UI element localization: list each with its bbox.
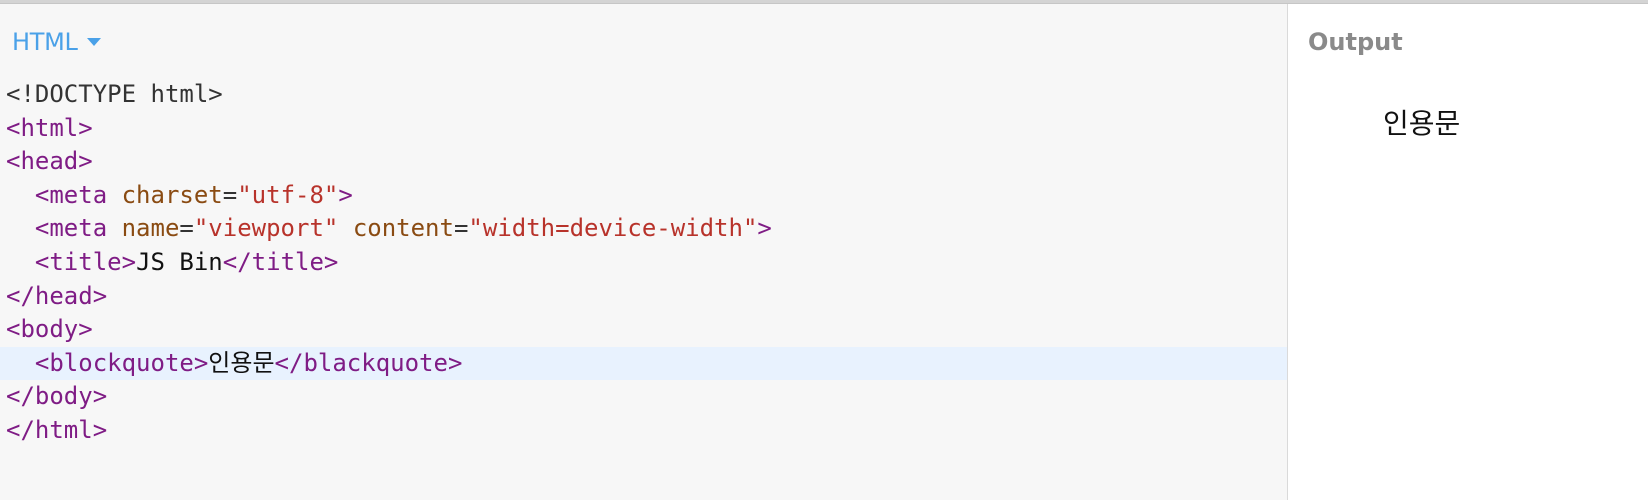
code-token: = [179,214,194,243]
code-line[interactable]: </html> [0,414,1287,448]
code-token: </title> [222,247,339,276]
code-token: <title> [34,247,137,276]
code-token: </html> [6,415,108,444]
output-panel: Output 인용문 [1288,4,1648,500]
code-token: name [121,214,180,243]
code-token: "utf-8" [237,180,339,209]
code-token: charset [121,180,223,209]
html-panel-label: HTML [12,28,78,56]
code-line[interactable]: <meta name="viewport" content="width=dev… [0,212,1287,246]
code-token: </head> [6,281,108,310]
code-token: "viewport" [193,214,339,243]
html-panel-selector[interactable]: HTML [12,28,101,56]
code-line[interactable]: <title>JS Bin</title> [0,246,1287,280]
caret-down-icon[interactable] [86,38,101,46]
code-line[interactable]: <!DOCTYPE html> [0,78,1287,112]
code-token: <head> [6,147,93,176]
code-line[interactable]: <head> [0,145,1287,179]
code-token: content [352,214,454,243]
code-token: <body> [6,315,93,344]
code-token: <meta [34,214,122,243]
html-editor-panel[interactable]: HTML <!DOCTYPE html> <html> <head> <meta c… [0,4,1287,500]
code-token: = [222,180,238,209]
code-token: = [453,214,469,243]
code-token: <!DOCTYPE html> [6,80,223,108]
code-token: JS Bin [136,247,223,276]
code-token: "width=device-width" [468,214,758,243]
code-token: > [757,214,772,243]
code-line[interactable]: </body> [0,380,1287,414]
output-blockquote: 인용문 [1383,107,1461,140]
code-token: <blockquote> [34,348,209,377]
code-line[interactable]: <body> [0,313,1287,347]
code-line[interactable]: <meta charset="utf-8"> [0,179,1287,213]
code-token: 인용문 [208,348,275,377]
output-panel-label: Output [1308,28,1403,56]
code-token: <meta [34,180,122,209]
code-token: > [338,180,353,209]
code-line[interactable]: <blockquote>인용문</blackquote> [0,346,1287,381]
code-token: </blackquote> [274,348,463,377]
code-token: </body> [6,382,108,411]
code-token: <html> [6,113,93,142]
code-line[interactable]: </head> [0,280,1287,314]
code-line[interactable]: <html> [0,112,1287,146]
code-editor[interactable]: <!DOCTYPE html> <html> <head> <meta charse… [0,78,1287,448]
